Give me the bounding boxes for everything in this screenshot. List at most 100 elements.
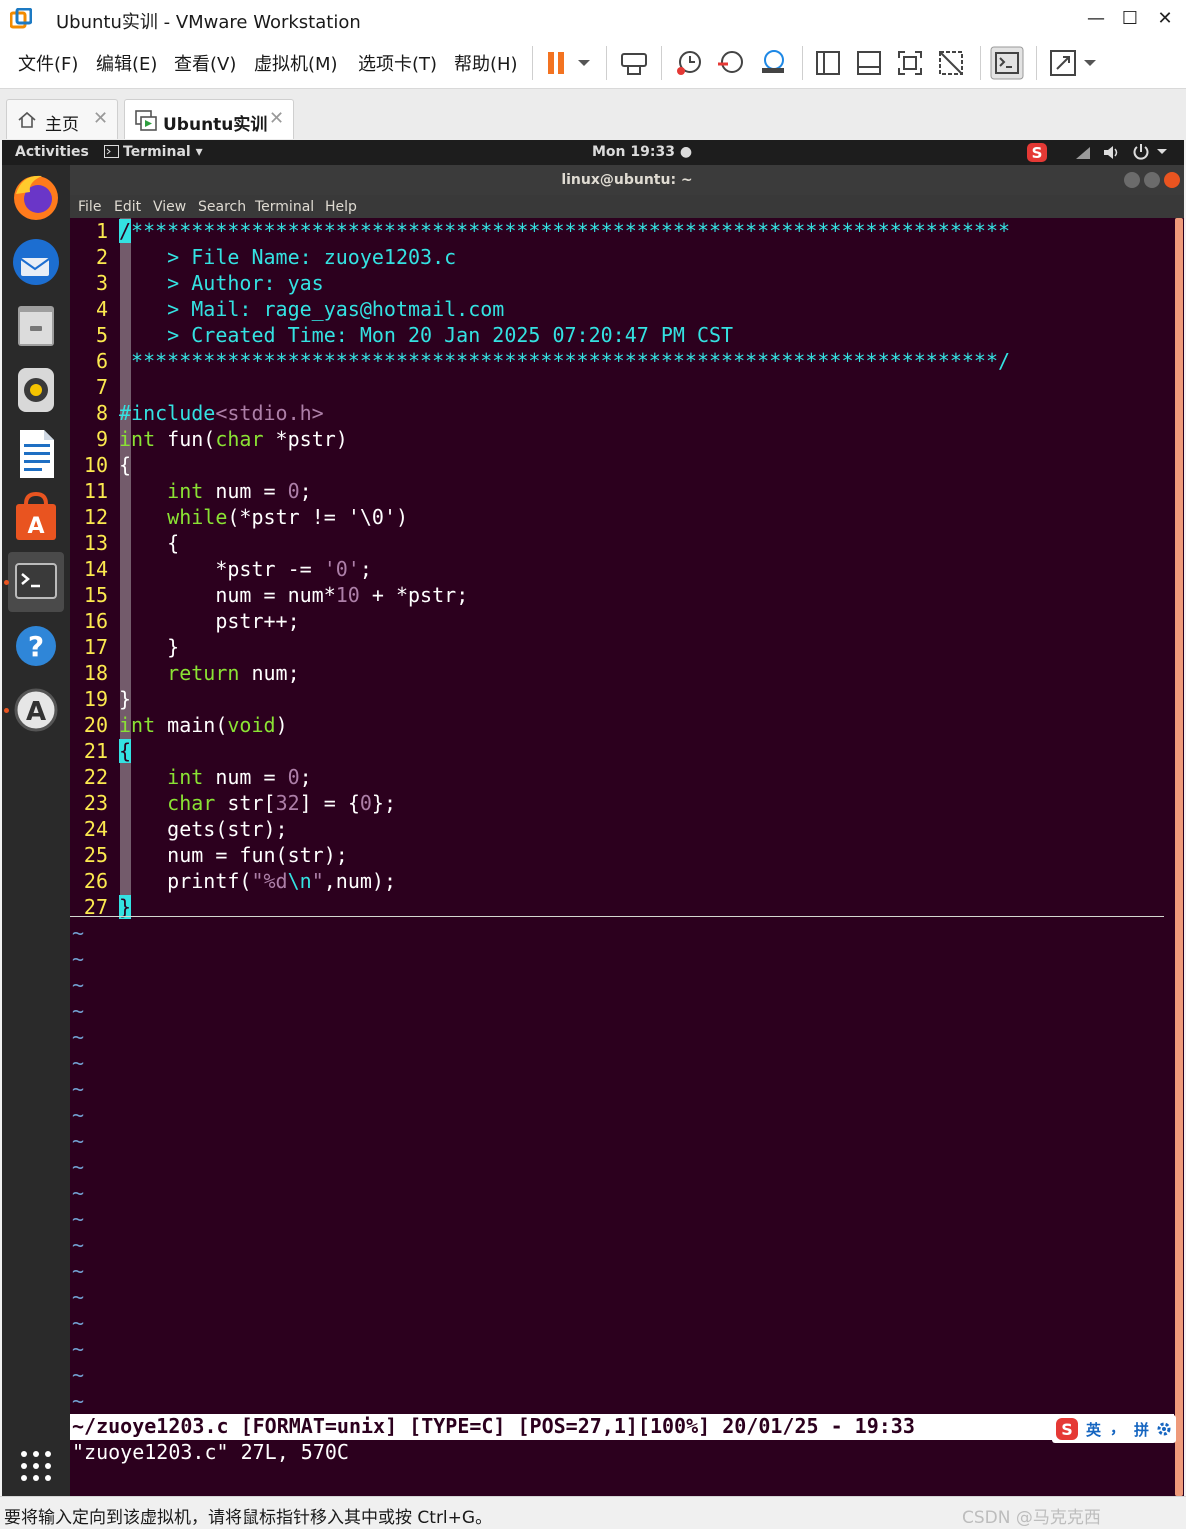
snapshot-icon[interactable] <box>672 46 706 80</box>
close-icon[interactable]: ✕ <box>93 108 108 129</box>
terminal-menu-view[interactable]: View <box>153 199 186 215</box>
menu-file[interactable]: 文件(F) <box>18 50 78 76</box>
line-number: 24 <box>83 817 108 841</box>
empty-line-tilde: ~ <box>72 947 85 971</box>
ime-mode[interactable]: 拼 <box>1134 1419 1149 1440</box>
terminal-maximize-button[interactable] <box>1144 172 1160 188</box>
snapshot-manager-icon[interactable] <box>756 46 790 80</box>
sogou-logo-icon: S <box>1056 1418 1078 1440</box>
tab-ubuntu[interactable]: Ubuntu实训 ✕ <box>124 99 294 139</box>
line-code: num = num*10 + *pstr; <box>215 583 469 607</box>
line-code: #include<stdio.h> <box>119 401 324 425</box>
running-indicator <box>4 708 9 713</box>
menu-vm[interactable]: 虚拟机(M) <box>254 50 338 76</box>
ime-punctuation[interactable]: ， <box>1110 1417 1125 1438</box>
line-number: 23 <box>83 791 108 815</box>
software-center-icon: A <box>16 491 56 540</box>
chevron-down-icon[interactable] <box>572 46 596 80</box>
empty-line-tilde: ~ <box>72 999 85 1023</box>
dock-terminal[interactable] <box>8 552 64 612</box>
terminal-body[interactable]: 1 /**************************************… <box>70 218 1174 1496</box>
activities-button[interactable]: Activities <box>15 144 89 160</box>
line-number: 22 <box>83 765 108 789</box>
tab-ubuntu-label: Ubuntu实训 <box>163 115 268 135</box>
volume-icon[interactable] <box>1102 144 1122 161</box>
line-code: printf("%d\n",num); <box>167 869 396 893</box>
menu-view[interactable]: 查看(V) <box>174 50 236 76</box>
dock-help[interactable]: ? <box>8 616 64 676</box>
empty-line-tilde: ~ <box>72 1207 85 1231</box>
unity-mode-icon[interactable] <box>934 46 968 80</box>
terminal-menu-search[interactable]: Search <box>198 199 246 215</box>
line-code: > Mail: rage_yas@hotmail.com <box>119 297 505 321</box>
vmware-titlebar: Ubuntu实训 - VMware Workstation — ☐ ✕ <box>0 0 1186 38</box>
minimize-button[interactable]: — <box>1081 6 1111 32</box>
dock-thunderbird[interactable] <box>8 232 64 292</box>
terminal-menu-terminal[interactable]: Terminal <box>255 199 314 215</box>
help-icon: ? <box>16 626 56 666</box>
software-updater-icon: A <box>14 688 58 732</box>
menu-tabs[interactable]: 选项卡(T) <box>358 50 437 76</box>
vmware-statusbar: 要将输入定向到该虚拟机，请将鼠标指针移入其中或按 Ctrl+G。 CSDN @马… <box>0 1496 1186 1529</box>
terminal-scrollbar[interactable] <box>1174 218 1184 1496</box>
dock-rhythmbox[interactable] <box>8 360 64 420</box>
app-menu[interactable]: Terminal ▾ <box>104 144 203 160</box>
pause-icon[interactable] <box>540 46 574 80</box>
chevron-down-icon[interactable] <box>1078 46 1102 80</box>
menu-help[interactable]: 帮助(H) <box>454 50 518 76</box>
scrollbar-thumb[interactable] <box>1175 218 1183 1496</box>
terminal-menu-help[interactable]: Help <box>325 199 357 215</box>
line-number: 11 <box>83 479 108 503</box>
line-number: 7 <box>95 375 108 399</box>
send-ctrl-alt-del-icon[interactable] <box>617 46 651 80</box>
line-number: 15 <box>83 583 108 607</box>
revert-snapshot-icon[interactable] <box>714 46 748 80</box>
empty-line-tilde: ~ <box>72 1389 85 1413</box>
network-icon[interactable] <box>1074 144 1094 161</box>
clock[interactable]: Mon 19:33 ● <box>592 144 692 160</box>
line-number: 4 <box>95 297 108 321</box>
power-icon[interactable] <box>1132 143 1150 161</box>
gear-icon[interactable] <box>1156 1421 1172 1437</box>
ime-toolbar[interactable]: S 英 ， 拼 <box>1052 1415 1176 1443</box>
dock-firefox[interactable] <box>8 168 64 228</box>
home-icon <box>18 111 36 128</box>
sidebar-toggle-icon[interactable] <box>811 46 845 80</box>
chevron-down-icon[interactable] <box>1156 146 1168 158</box>
show-applications-icon[interactable] <box>20 1450 52 1482</box>
ime-language[interactable]: 英 <box>1086 1419 1101 1440</box>
terminal-menu-edit[interactable]: Edit <box>114 199 141 215</box>
vmware-logo-icon <box>10 8 32 29</box>
terminal-close-button[interactable] <box>1164 172 1180 188</box>
dock-software[interactable]: A <box>8 488 64 548</box>
toolbar-separator <box>1036 46 1037 80</box>
tab-home[interactable]: 主页 ✕ <box>6 99 118 139</box>
dock-files[interactable] <box>8 296 64 356</box>
fullscreen-icon[interactable] <box>893 46 927 80</box>
console-view-icon[interactable] <box>990 46 1024 80</box>
maximize-button[interactable]: ☐ <box>1115 6 1145 32</box>
line-code: num = fun(str); <box>167 843 348 867</box>
dock-software-updater[interactable]: A <box>8 680 64 740</box>
line-code: { <box>119 453 132 477</box>
thumbnail-bar-icon[interactable] <box>852 46 886 80</box>
line-code: char str[32] = {0}; <box>167 791 397 815</box>
close-icon[interactable]: ✕ <box>269 108 284 129</box>
menu-edit[interactable]: 编辑(E) <box>96 50 157 76</box>
stretch-guest-icon[interactable] <box>1046 46 1080 80</box>
terminal-minimize-button[interactable] <box>1124 172 1140 188</box>
files-icon <box>18 306 54 346</box>
sogou-ime-icon[interactable]: S <box>1026 142 1048 163</box>
gnome-topbar: Activities Terminal ▾ Mon 19:33 ● S <box>2 140 1184 165</box>
line-code: int num = 0; <box>167 479 312 503</box>
running-indicator <box>4 580 9 585</box>
dock-libreoffice-writer[interactable] <box>8 424 64 484</box>
rhythmbox-icon <box>18 368 54 412</box>
line-code: > Author: yas <box>119 271 324 295</box>
guest-display[interactable]: Activities Terminal ▾ Mon 19:33 ● S A ? … <box>2 140 1184 1496</box>
line-number: 13 <box>83 531 108 555</box>
thunderbird-icon <box>13 239 59 285</box>
line-number: 20 <box>83 713 108 737</box>
terminal-menu-file[interactable]: File <box>78 199 101 215</box>
close-window-button[interactable]: ✕ <box>1150 6 1180 32</box>
